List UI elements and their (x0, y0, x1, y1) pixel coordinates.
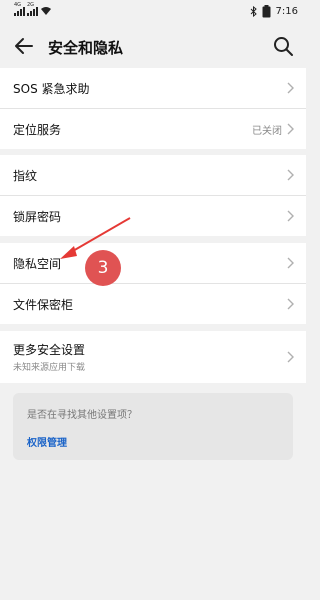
wifi-icon (41, 7, 51, 15)
location-service-item[interactable]: 定位服务 已关闭 (0, 109, 306, 149)
item-label: 锁屏密码 (13, 210, 62, 224)
page-title: 安全和隐私 (48, 39, 124, 57)
chevron-right-icon (287, 257, 294, 269)
search-icon[interactable] (272, 35, 294, 57)
item-label: 更多安全设置 (13, 343, 86, 357)
arrow-left-icon[interactable] (12, 34, 36, 58)
settings-group: 隐私空间 文件保密柜 (0, 243, 306, 324)
status-time: 7:16 (275, 6, 298, 17)
chevron-right-icon (287, 298, 294, 310)
lock-screen-password-item[interactable]: 锁屏密码 (0, 196, 306, 236)
item-subtitle: 未知来源应用下载 (13, 363, 86, 373)
chevron-right-icon (287, 82, 294, 94)
item-label: SOS 紧急求助 (13, 82, 90, 96)
more-security-settings-item[interactable]: 更多安全设置 未知来源应用下载 (0, 331, 306, 383)
file-safe-item[interactable]: 文件保密柜 (0, 284, 306, 324)
cell-signal-icon: 4G (14, 3, 25, 16)
item-status: 已关闭 (252, 126, 282, 137)
settings-group: 更多安全设置 未知来源应用下载 (0, 331, 306, 383)
chevron-right-icon (287, 351, 294, 363)
status-bar: 4G 2G 7:16 (0, 0, 306, 26)
chevron-right-icon (287, 123, 294, 135)
settings-group: SOS 紧急求助 定位服务 已关闭 (0, 68, 306, 149)
battery-icon (262, 5, 271, 18)
bluetooth-icon (250, 6, 257, 17)
sos-emergency-item[interactable]: SOS 紧急求助 (0, 68, 306, 109)
cell-signal-icon: 2G (27, 3, 38, 16)
step-number-badge: 3 (85, 250, 121, 286)
chevron-right-icon (287, 210, 294, 222)
item-label: 隐私空间 (13, 257, 62, 271)
permission-management-link[interactable]: 权限管理 (27, 434, 67, 449)
settings-group: 指纹 锁屏密码 (0, 155, 306, 236)
fingerprint-item[interactable]: 指纹 (0, 155, 306, 196)
private-space-item[interactable]: 隐私空间 (0, 243, 306, 284)
item-label: 文件保密柜 (13, 298, 74, 312)
suggestion-question: 是否在寻找其他设置项？ (27, 410, 137, 421)
chevron-right-icon (287, 169, 294, 181)
suggestion-card: 是否在寻找其他设置项？ 权限管理 (13, 393, 293, 460)
item-label: 定位服务 (13, 123, 62, 137)
item-label: 指纹 (13, 169, 38, 183)
app-bar: 安全和隐私 (0, 26, 306, 68)
